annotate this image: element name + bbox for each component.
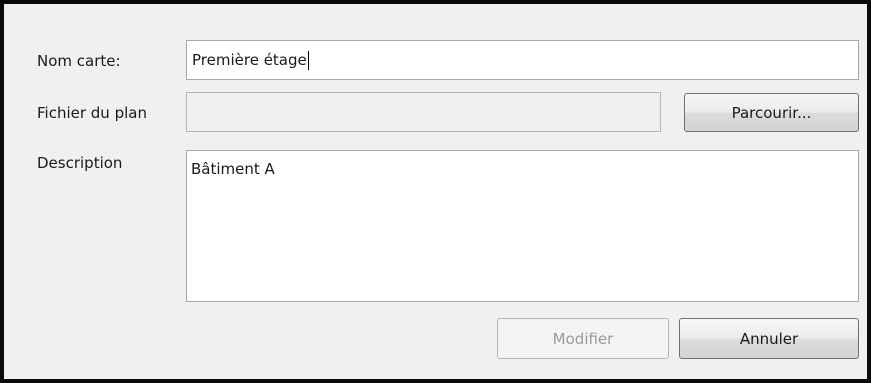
plan-file-input xyxy=(186,92,661,132)
map-name-input[interactable]: Première étage xyxy=(186,40,859,80)
browse-button-label: Parcourir... xyxy=(731,103,812,122)
map-name-label: Nom carte: xyxy=(37,52,121,70)
description-textarea[interactable]: Bâtiment A xyxy=(186,150,859,302)
description-label: Description xyxy=(37,154,123,172)
cancel-button-label: Annuler xyxy=(739,329,799,348)
plan-file-label: Fichier du plan xyxy=(37,104,147,122)
browse-button[interactable]: Parcourir... xyxy=(684,93,859,132)
edit-map-dialog: Nom carte: Première étage Fichier du pla… xyxy=(0,0,871,383)
text-caret xyxy=(307,50,309,70)
modify-button[interactable]: Modifier xyxy=(497,318,669,359)
description-value: Bâtiment A xyxy=(191,160,275,178)
modify-button-label: Modifier xyxy=(552,329,614,348)
map-name-value: Première étage xyxy=(192,51,307,69)
cancel-button[interactable]: Annuler xyxy=(679,318,859,359)
